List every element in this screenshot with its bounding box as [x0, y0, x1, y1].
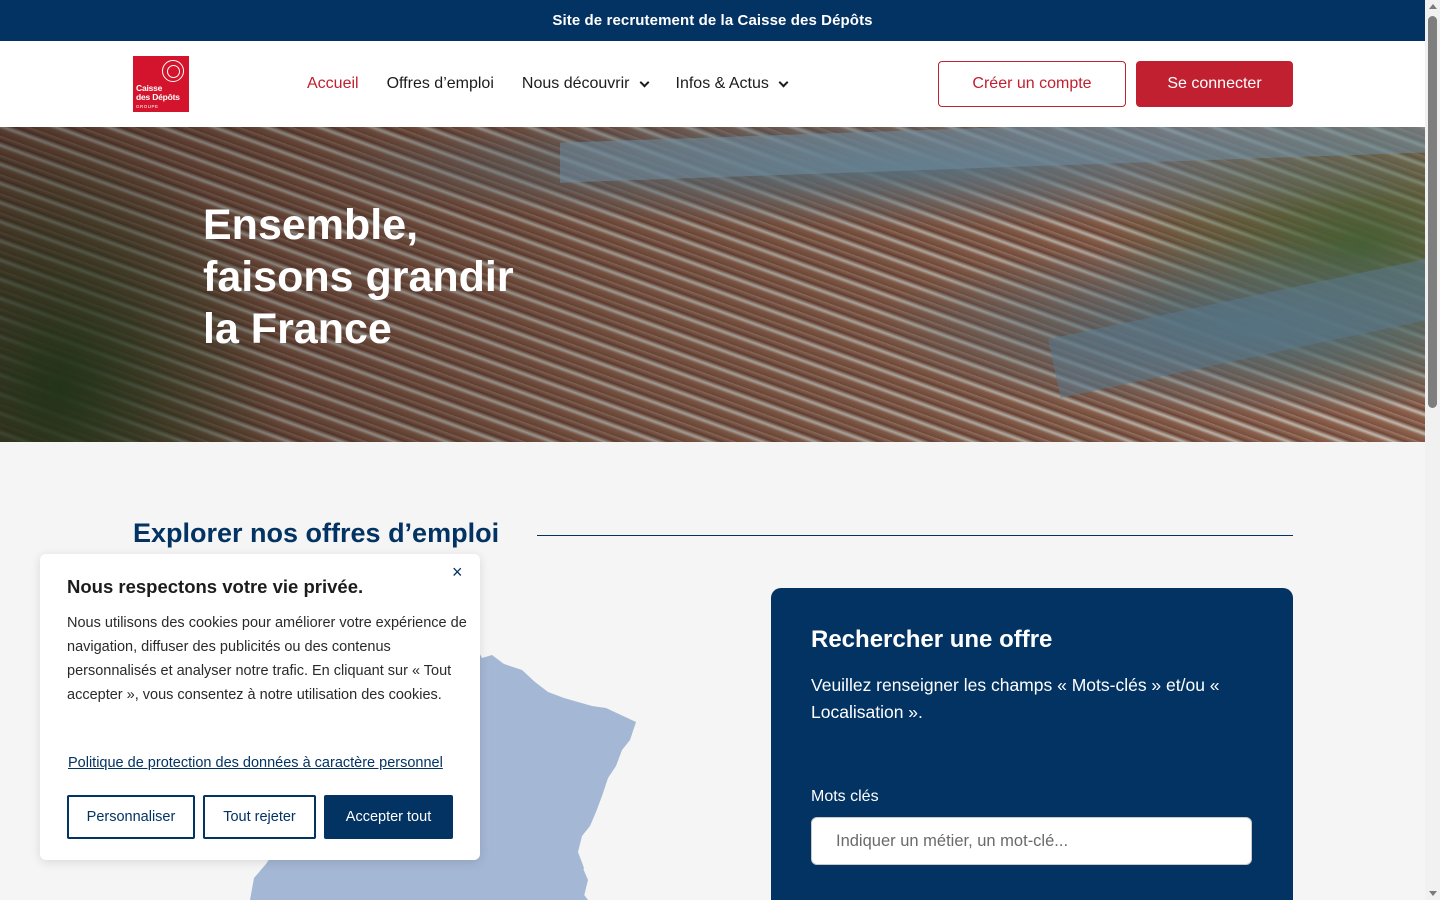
customize-button[interactable]: Personnaliser: [67, 795, 195, 839]
page-scrollbar[interactable]: [1425, 0, 1440, 900]
hero-title: Ensemble, faisons grandir la France: [203, 201, 514, 353]
recruitment-banner: Site de recrutement de la Caisse des Dép…: [0, 0, 1425, 41]
chevron-down-icon: [639, 77, 649, 87]
cookie-consent-dialog: × Nous respectons votre vie privée. Nous…: [40, 554, 480, 860]
chevron-down-icon: [778, 77, 789, 87]
create-account-button[interactable]: Créer un compte: [938, 61, 1126, 107]
keywords-label: Mots clés: [811, 788, 879, 805]
job-search-panel: Rechercher une offre Veuillez renseigner…: [771, 588, 1293, 900]
hero-image-river: [560, 127, 1425, 183]
section-divider: [537, 535, 1293, 536]
banner-text: Site de recrutement de la Caisse des Dép…: [552, 12, 873, 29]
site-header: Caisse des Dépôts GROUPE Accueil Offres …: [0, 41, 1425, 127]
keywords-input[interactable]: [811, 817, 1252, 865]
caisse-des-depots-logo[interactable]: Caisse des Dépôts GROUPE: [133, 56, 189, 112]
hero-image-river: [1048, 256, 1425, 398]
reject-all-button[interactable]: Tout rejeter: [203, 795, 316, 839]
close-icon[interactable]: ×: [452, 562, 463, 583]
login-button[interactable]: Se connecter: [1136, 61, 1293, 107]
search-title: Rechercher une offre: [811, 626, 1053, 653]
logo-text: Caisse des Dépôts: [136, 83, 180, 102]
nav-item-nous-decouvrir[interactable]: Nous découvrir: [522, 75, 649, 93]
cookie-title: Nous respectons votre vie privée.: [67, 576, 364, 597]
scrollbar-thumb[interactable]: [1428, 16, 1437, 408]
accept-all-button[interactable]: Accepter tout: [324, 795, 453, 839]
scroll-up-icon[interactable]: [1429, 4, 1437, 9]
search-description: Veuillez renseigner les champs « Mots-cl…: [811, 675, 1220, 722]
section-title: Explorer nos offres d’emploi: [133, 518, 500, 548]
main-navigation: Accueil Offres d’emploi Nous découvrir I…: [307, 41, 815, 127]
nav-item-offres[interactable]: Offres d’emploi: [387, 75, 494, 93]
logo-emblem-icon: [162, 60, 184, 82]
nav-item-accueil[interactable]: Accueil: [307, 75, 359, 93]
cookie-text: Nous utilisons des cookies pour améliore…: [67, 615, 467, 703]
hero-banner: Ensemble, faisons grandir la France: [0, 127, 1425, 442]
scroll-down-icon[interactable]: [1429, 891, 1437, 896]
privacy-policy-link[interactable]: Politique de protection des données à ca…: [68, 755, 443, 771]
logo-group-text: GROUPE: [136, 104, 159, 109]
nav-item-infos-actus[interactable]: Infos & Actus: [676, 75, 789, 93]
